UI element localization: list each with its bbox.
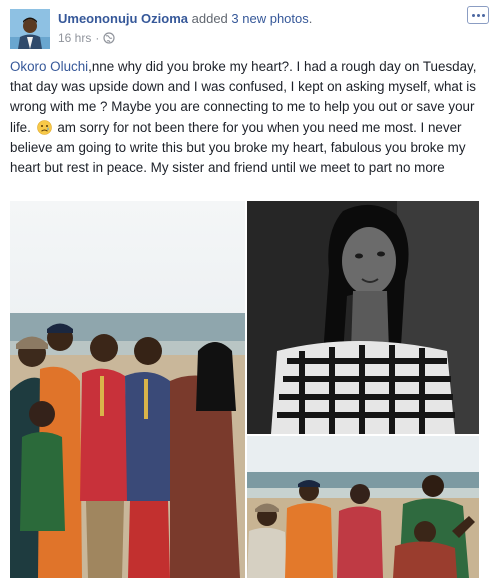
meta-separator: · <box>95 31 100 45</box>
action-text: added 3 new photos. <box>192 11 313 26</box>
author-line: Umeononuju Ozioma added 3 new photos. <box>58 11 312 26</box>
author-name[interactable]: Umeononuju Ozioma <box>58 11 188 26</box>
ellipsis-icon[interactable] <box>467 6 489 24</box>
author-avatar[interactable] <box>10 9 50 49</box>
ellipsis-dot <box>476 13 480 17</box>
timestamp[interactable]: 16 hrs <box>58 31 91 45</box>
feed-post: Umeononuju Ozioma added 3 new photos. 16… <box>0 0 498 578</box>
photo-group-beach-wide[interactable] <box>247 436 479 578</box>
post-text: Okoro Oluchi,nne why did you broke my he… <box>10 57 490 178</box>
globe-icon[interactable] <box>103 32 115 44</box>
post-text-part-2: am sorry for not been there for you when… <box>10 119 466 176</box>
photos-link[interactable]: 3 new photos <box>231 11 308 26</box>
ellipsis-dot <box>481 13 485 17</box>
mention-link[interactable]: Okoro Oluchi <box>10 59 88 74</box>
ellipsis-dot <box>471 13 475 17</box>
sad-face-emoji-icon <box>36 119 52 135</box>
photo-group-beach[interactable] <box>10 201 245 578</box>
photo-portrait[interactable] <box>247 201 479 434</box>
post-meta: 16 hrs · <box>58 31 115 45</box>
action-suffix: . <box>308 11 313 26</box>
action-prefix: added <box>191 11 228 26</box>
